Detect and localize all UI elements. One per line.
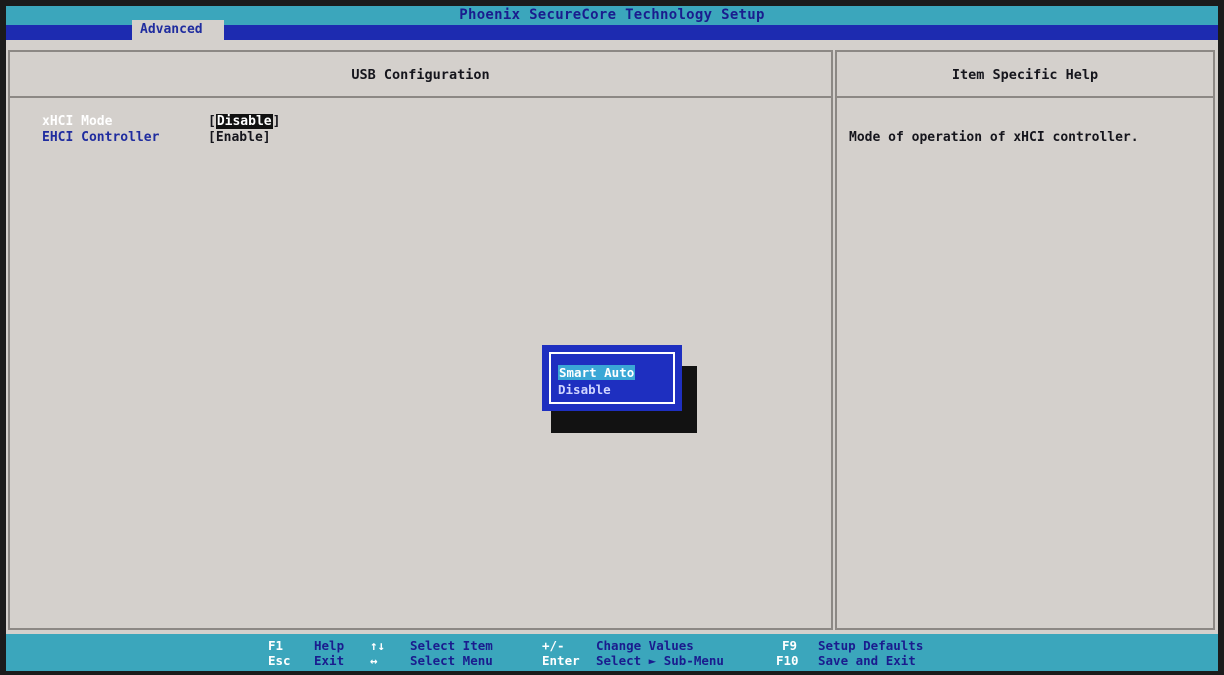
key-desc-exit: Exit	[314, 653, 345, 668]
key-desc-select-menu: Select Menu	[410, 653, 493, 668]
key-esc: Esc	[268, 653, 291, 668]
key-left-right: ↔	[370, 653, 378, 668]
settings-panel: USB Configuration xHCI Mode [Disable] EH…	[8, 50, 833, 630]
help-title: Item Specific Help	[837, 52, 1213, 98]
setting-label: xHCI Mode	[42, 114, 113, 129]
section-title: USB Configuration	[10, 52, 831, 98]
key-up-down: ↑↓	[370, 638, 386, 653]
help-text: Mode of operation of xHCI controller.	[849, 130, 1139, 145]
key-desc-select-item: Select Item	[410, 638, 493, 653]
selected-value: Disable	[215, 114, 273, 129]
setting-label: EHCI Controller	[42, 130, 160, 145]
popup-option-disable[interactable]: Disable	[558, 382, 611, 397]
option-popup: Smart Auto Disable	[542, 345, 682, 411]
key-f10: F10	[776, 653, 799, 668]
key-desc-sub-menu: Select ► Sub-Menu	[596, 653, 724, 668]
key-f9: F9	[782, 638, 798, 653]
key-enter: Enter	[542, 653, 580, 668]
key-desc-setup-defaults: Setup Defaults	[818, 638, 924, 653]
setting-value[interactable]: [Enable]	[208, 130, 271, 145]
key-desc-change-values: Change Values	[596, 638, 694, 653]
bios-screen: Phoenix SecureCore Technology Setup Adva…	[6, 6, 1218, 671]
help-panel: Item Specific Help Mode of operation of …	[835, 50, 1215, 630]
tab-advanced[interactable]: Advanced	[132, 20, 224, 40]
key-desc-help: Help	[314, 638, 345, 653]
key-desc-save-exit: Save and Exit	[818, 653, 916, 668]
setting-xhci-mode[interactable]: xHCI Mode [Disable]	[42, 114, 342, 129]
popup-option-smart-auto[interactable]: Smart Auto	[558, 365, 636, 380]
key-f1: F1	[268, 638, 284, 653]
key-legend-bar: F1 Help ↑↓ Select Item +/- Change Values…	[6, 634, 1218, 671]
setting-ehci-controller[interactable]: EHCI Controller [Enable]	[42, 130, 342, 145]
setting-value[interactable]: [Disable]	[208, 114, 280, 129]
main-frame: USB Configuration xHCI Mode [Disable] EH…	[6, 40, 1218, 634]
key-plus-minus: +/-	[542, 638, 565, 653]
